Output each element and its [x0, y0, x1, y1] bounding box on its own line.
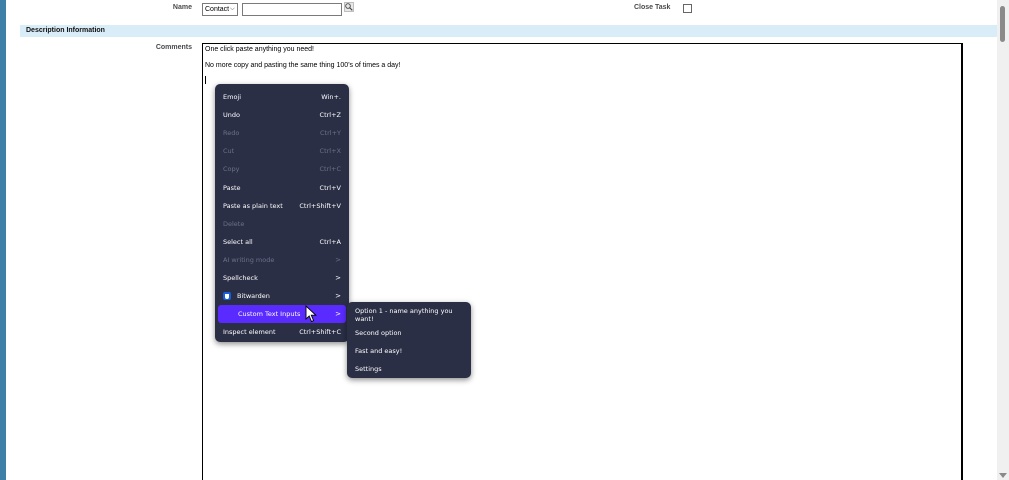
menu-item-shortcut: Ctrl+Shift+V — [299, 201, 341, 210]
text-caret — [205, 76, 206, 84]
menu-item-shortcut: Win+. — [321, 93, 341, 102]
comments-line: One click paste anything you need! — [205, 46, 314, 53]
menu-item-label: Spellcheck — [223, 273, 258, 282]
menu-item-label: Second option — [355, 329, 402, 337]
close-task-checkbox[interactable] — [683, 4, 692, 13]
menu-item-bitwarden[interactable]: Bitwarden > — [215, 287, 349, 305]
name-input[interactable] — [242, 3, 342, 16]
menu-item-label: Custom Text Inputs — [238, 310, 301, 319]
menu-item-copy: Copy Ctrl+C — [215, 160, 349, 178]
mouse-pointer-icon — [305, 305, 317, 323]
contact-select-value: Contact — [205, 6, 230, 13]
submenu-item-second-option[interactable]: Second option — [347, 324, 471, 342]
menu-item-spellcheck[interactable]: Spellcheck > — [215, 269, 349, 287]
chevron-down-icon: ⌵ — [230, 6, 235, 12]
menu-item-label: Cut — [223, 147, 235, 156]
menu-item-select-all[interactable]: Select all Ctrl+A — [215, 233, 349, 251]
menu-item-delete: Delete — [215, 215, 349, 233]
menu-item-label: Paste — [223, 183, 241, 192]
menu-item-label: Copy — [223, 165, 240, 174]
menu-item-label: Emoji — [223, 93, 242, 102]
scroll-down-arrow-icon[interactable] — [999, 473, 1007, 478]
menu-item-label: Option 1 - name anything you want! — [355, 307, 453, 323]
scrollbar-thumb[interactable] — [1000, 6, 1005, 42]
menu-item-inspect-element[interactable]: Inspect element Ctrl+Shift+C — [215, 323, 349, 341]
menu-item-shortcut: Ctrl+Z — [319, 111, 341, 120]
menu-item-paste-plain-text[interactable]: Paste as plain text Ctrl+Shift+V — [215, 197, 349, 215]
menu-item-label: AI writing mode — [223, 255, 275, 264]
chevron-right-icon: > — [335, 255, 341, 264]
menu-item-label: Select all — [223, 237, 253, 246]
menu-item-label: Paste as plain text — [223, 201, 283, 210]
chevron-right-icon: > — [335, 292, 341, 301]
lookup-magnifier-icon[interactable] — [344, 2, 354, 12]
menu-item-ai-writing-mode: AI writing mode > — [215, 251, 349, 269]
menu-item-label: Settings — [355, 365, 382, 373]
custom-text-inputs-submenu: Option 1 - name anything you want! Secon… — [347, 302, 471, 378]
menu-item-label: Delete — [223, 219, 245, 228]
menu-item-emoji[interactable]: Emoji Win+. — [215, 88, 349, 106]
submenu-item-fast-and-easy[interactable]: Fast and easy! — [347, 342, 471, 360]
menu-item-redo: Redo Ctrl+Y — [215, 124, 349, 142]
menu-item-shortcut: Ctrl+Shift+C — [299, 328, 341, 337]
name-label: Name — [172, 4, 192, 11]
menu-item-label: Bitwarden — [237, 292, 270, 301]
close-task-label: Close Task — [634, 4, 671, 11]
context-menu: Emoji Win+. Undo Ctrl+Z Redo Ctrl+Y Cut … — [215, 84, 349, 342]
section-description-information: Description Information — [20, 25, 997, 37]
comments-line: No more copy and pasting the same thing … — [205, 62, 401, 69]
bitwarden-shield-icon — [223, 292, 231, 301]
chevron-right-icon: > — [335, 310, 341, 319]
menu-item-label: Undo — [223, 111, 240, 120]
menu-item-shortcut: Ctrl+V — [319, 183, 341, 192]
menu-item-shortcut: Ctrl+C — [319, 165, 341, 174]
comments-label: Comments — [155, 44, 192, 51]
submenu-item-settings[interactable]: Settings — [347, 360, 471, 378]
menu-item-cut: Cut Ctrl+X — [215, 142, 349, 160]
chevron-right-icon: > — [335, 273, 341, 282]
menu-item-shortcut: Ctrl+X — [319, 147, 341, 156]
menu-item-shortcut: Ctrl+A — [319, 237, 341, 246]
submenu-item-option-1[interactable]: Option 1 - name anything you want! — [347, 306, 471, 324]
menu-item-custom-text-inputs[interactable]: Custom Text Inputs > — [218, 305, 346, 324]
vertical-scrollbar[interactable] — [997, 0, 1009, 480]
crm-page: Name Contact ⌵ Close Task Description In… — [6, 0, 997, 480]
menu-item-paste[interactable]: Paste Ctrl+V — [215, 178, 349, 196]
menu-item-label: Redo — [223, 129, 240, 138]
menu-item-label: Inspect element — [223, 328, 276, 337]
menu-item-undo[interactable]: Undo Ctrl+Z — [215, 106, 349, 124]
contact-type-select[interactable]: Contact ⌵ — [202, 3, 238, 16]
menu-item-label: Fast and easy! — [355, 347, 403, 355]
menu-item-shortcut: Ctrl+Y — [320, 129, 341, 138]
